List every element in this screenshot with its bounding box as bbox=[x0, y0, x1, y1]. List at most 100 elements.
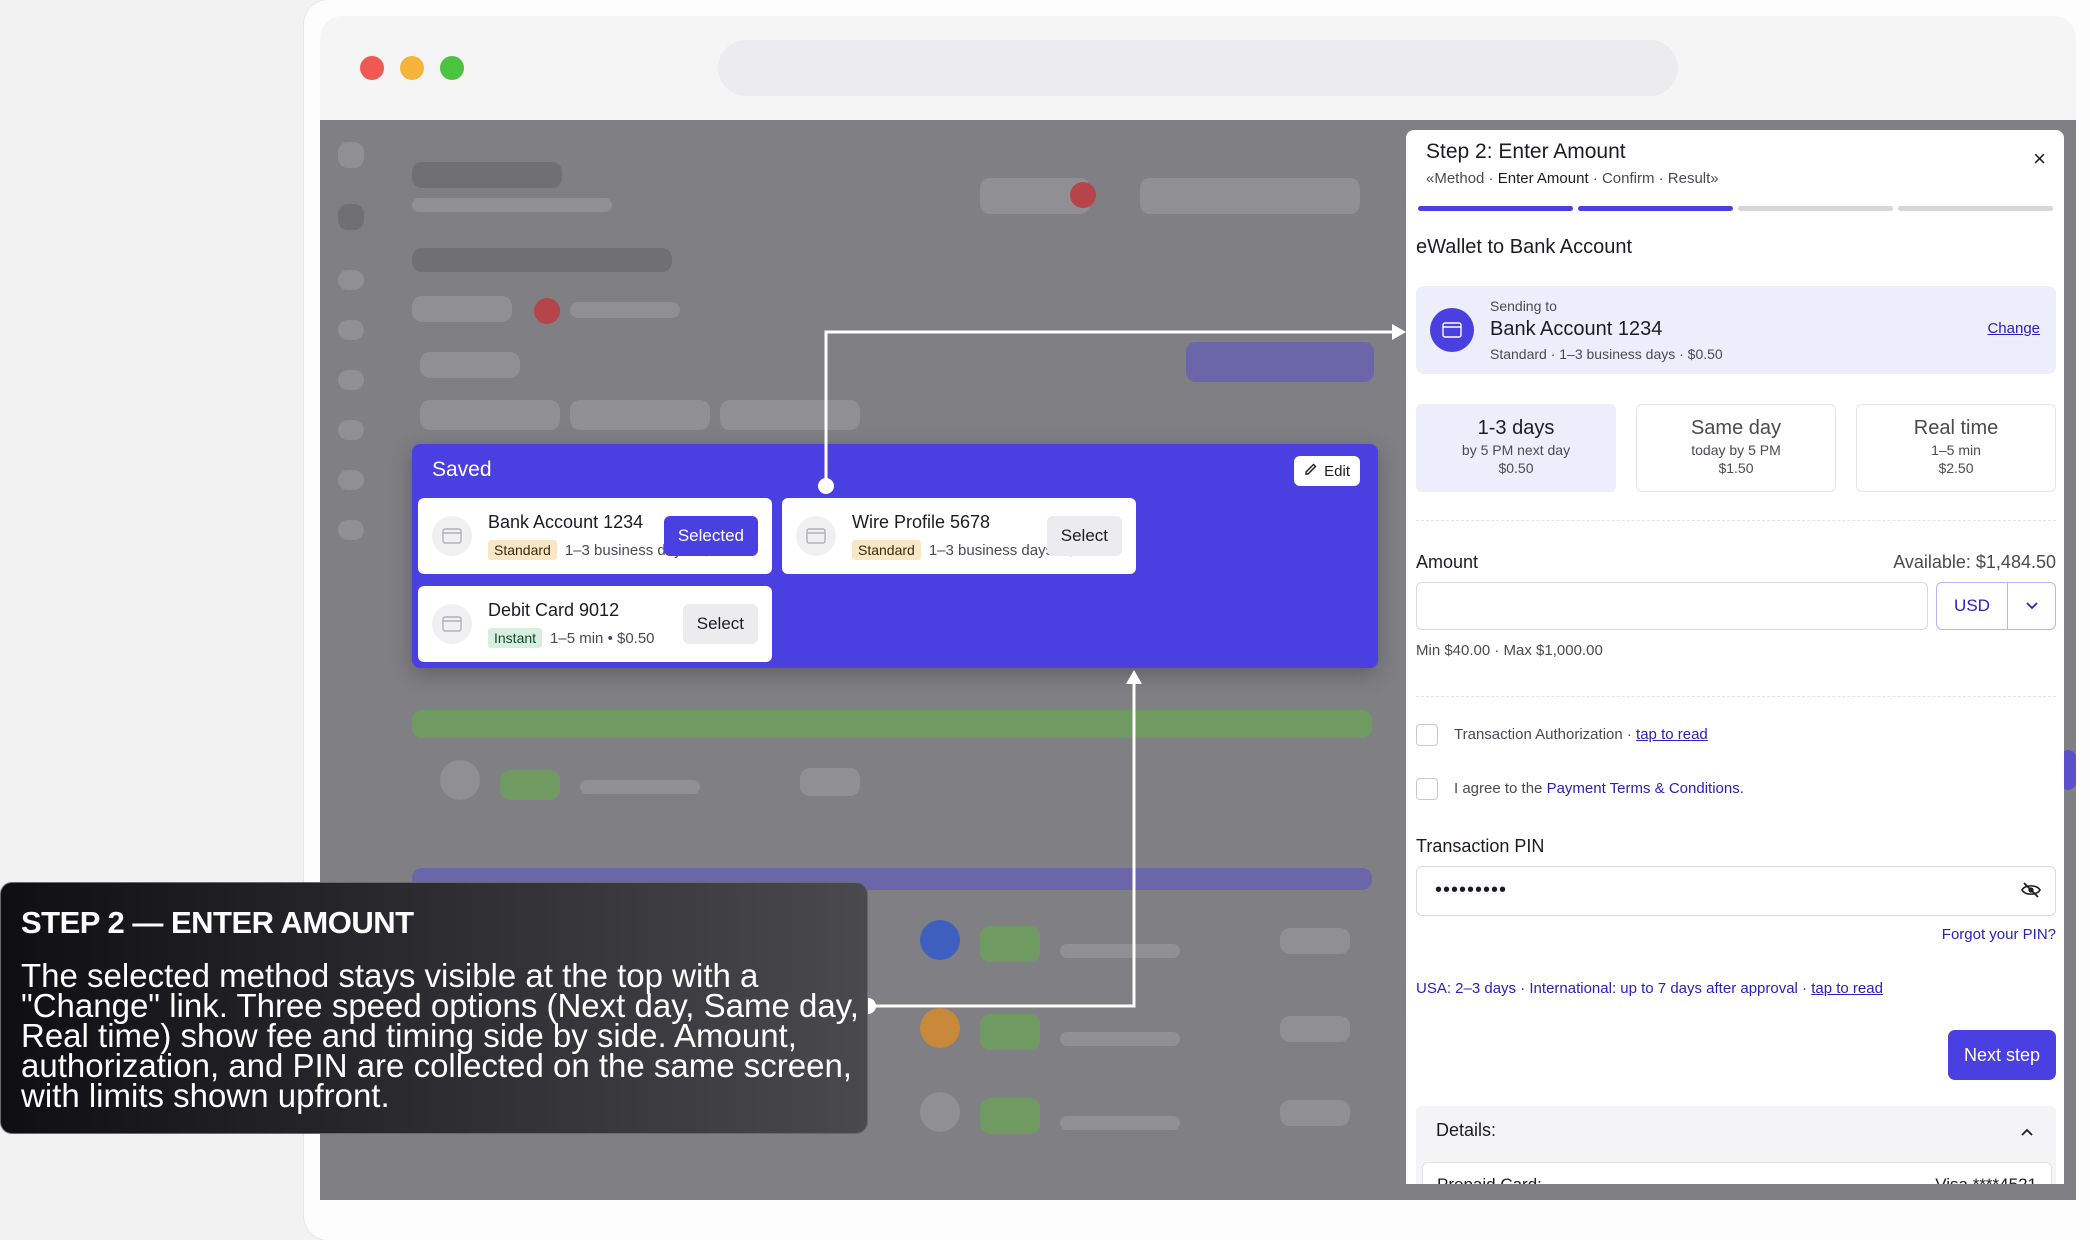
speed-option-next-day[interactable]: 1-3 days by 5 PM next day $0.50 bbox=[1416, 404, 1616, 492]
bg-tag bbox=[980, 1098, 1040, 1134]
progress-segment bbox=[1418, 206, 1573, 211]
amount-limits: Min $40.00 · Max $1,000.00 bbox=[1416, 642, 1603, 659]
speed-tag: Standard bbox=[488, 540, 557, 560]
change-link[interactable]: Change bbox=[1987, 320, 2040, 337]
details-label: Details: bbox=[1436, 1120, 1497, 1140]
details-section: Details: Prepaid Card: Visa ****4521 bbox=[1416, 1106, 2056, 1184]
speed-when: by 5 PM next day bbox=[1461, 442, 1571, 458]
bg-button bbox=[1280, 928, 1350, 954]
progress-segment bbox=[1738, 206, 1893, 211]
authorization-checkbox[interactable] bbox=[1416, 724, 1438, 746]
speed-when: today by 5 PM bbox=[1691, 442, 1781, 458]
divider bbox=[1416, 520, 2056, 521]
amount-input[interactable] bbox=[1416, 582, 1928, 630]
bg-tab bbox=[570, 400, 710, 430]
method-card[interactable]: Bank Account 1234 Standard 1–3 business … bbox=[418, 498, 772, 574]
speed-fee: $2.50 bbox=[1938, 460, 1974, 476]
eye-off-icon[interactable] bbox=[2021, 881, 2041, 904]
method-card[interactable]: Wire Profile 5678 Standard 1–3 business … bbox=[782, 498, 1136, 574]
next-step-button[interactable]: Next step bbox=[1947, 1030, 2056, 1080]
close-icon[interactable]: × bbox=[2033, 146, 2046, 172]
bg-nav-icon bbox=[338, 204, 364, 230]
amount-label: Amount bbox=[1416, 552, 1479, 572]
bg-primary-button bbox=[1186, 342, 1374, 382]
progress-segment bbox=[1578, 206, 1733, 211]
bg-badge bbox=[1070, 182, 1096, 208]
select-button[interactable]: Select bbox=[1046, 516, 1122, 556]
edit-button[interactable]: Edit bbox=[1294, 456, 1360, 486]
maximize-window-button[interactable] bbox=[440, 56, 464, 80]
speed-fee: $1.50 bbox=[1718, 460, 1754, 476]
authorization-link[interactable]: tap to read bbox=[1636, 726, 1708, 743]
delivery-note-link[interactable]: tap to read bbox=[1811, 980, 1883, 997]
card-icon bbox=[432, 604, 472, 644]
terms-text: I agree to the bbox=[1454, 780, 1547, 797]
edit-label: Edit bbox=[1324, 462, 1350, 480]
bg-nav-icon bbox=[338, 520, 364, 540]
speed-title: 1-3 days bbox=[1477, 417, 1555, 439]
bg-text bbox=[1060, 1032, 1180, 1046]
currency-select[interactable]: USD bbox=[1936, 582, 2056, 630]
crumb-prefix[interactable]: «Method · bbox=[1426, 170, 1498, 187]
bg-tag bbox=[980, 926, 1040, 962]
authorization-label: Transaction Authorization · tap to read bbox=[1454, 726, 1708, 743]
delivery-note: USA: 2–3 days · International: up to 7 d… bbox=[1416, 980, 1883, 997]
bg-text bbox=[1060, 1116, 1180, 1130]
pin-input[interactable]: ••••••••• bbox=[1416, 866, 2056, 916]
close-window-button[interactable] bbox=[360, 56, 384, 80]
terms-link[interactable]: Payment Terms & Conditions. bbox=[1547, 780, 1744, 797]
bank-card-icon bbox=[1430, 308, 1474, 352]
sending-account: Bank Account 1234 bbox=[1490, 318, 1663, 340]
method-name: Wire Profile 5678 bbox=[852, 512, 991, 532]
terms-label: I agree to the Payment Terms & Condition… bbox=[1454, 780, 1744, 797]
bg-tag bbox=[980, 1014, 1040, 1050]
divider bbox=[1416, 696, 2056, 697]
chevron-down-icon[interactable] bbox=[2008, 583, 2055, 629]
chevron-up-icon[interactable] bbox=[2020, 1124, 2034, 1142]
minimize-window-button[interactable] bbox=[400, 56, 424, 80]
method-card[interactable]: Debit Card 9012 Instant 1–5 min • $0.50 … bbox=[418, 586, 772, 662]
callout-title: STEP 2 — ENTER AMOUNT bbox=[21, 905, 414, 940]
address-bar[interactable] bbox=[718, 40, 1678, 96]
crumb-suffix: · Confirm · Result» bbox=[1588, 170, 1719, 187]
bg-subheading bbox=[412, 198, 612, 212]
enter-amount-panel: Step 2: Enter Amount «Method · Enter Amo… bbox=[1406, 130, 2064, 1184]
sending-to-box: Sending to Bank Account 1234 Standard · … bbox=[1416, 286, 2056, 374]
details-row-label: Prepaid Card: bbox=[1437, 1175, 1542, 1184]
method-meta: Instant 1–5 min • $0.50 bbox=[488, 628, 655, 648]
method-timing: 1–5 min • $0.50 bbox=[550, 629, 655, 647]
method-name: Debit Card 9012 bbox=[488, 600, 620, 620]
bg-avatar bbox=[920, 1092, 960, 1132]
speed-option-real-time[interactable]: Real time 1–5 min $2.50 bbox=[1856, 404, 2056, 492]
bg-tab bbox=[420, 400, 560, 430]
authorization-text: Transaction Authorization · bbox=[1454, 726, 1637, 743]
pencil-icon bbox=[1304, 462, 1318, 480]
bg-text bbox=[1060, 944, 1180, 958]
details-row: Prepaid Card: Visa ****4521 bbox=[1422, 1162, 2052, 1184]
bg-banner bbox=[412, 710, 1372, 738]
transfer-type: eWallet to Bank Account bbox=[1416, 236, 1633, 258]
delivery-note-text: USA: 2–3 days · International: up to 7 d… bbox=[1416, 980, 1812, 997]
bg-tab bbox=[720, 400, 860, 430]
speed-fee: $0.50 bbox=[1498, 460, 1534, 476]
selected-button[interactable]: Selected bbox=[663, 516, 758, 556]
currency-value: USD bbox=[1937, 583, 2008, 629]
bg-button bbox=[1280, 1016, 1350, 1042]
forgot-pin-link[interactable]: Forgot your PIN? bbox=[1942, 926, 2056, 943]
callout-body: The selected method stays visible at the… bbox=[21, 957, 859, 1114]
terms-checkbox[interactable] bbox=[1416, 778, 1438, 800]
bg-button bbox=[1140, 178, 1360, 214]
bg-avatar bbox=[920, 1008, 960, 1048]
bg-badge bbox=[534, 298, 560, 324]
progress-segment bbox=[1898, 206, 2053, 211]
bg-button bbox=[1280, 1100, 1350, 1126]
speed-title: Real time bbox=[1913, 417, 1999, 439]
saved-title: Saved bbox=[432, 458, 492, 481]
bg-tag bbox=[500, 770, 560, 800]
speed-option-same-day[interactable]: Same day today by 5 PM $1.50 bbox=[1636, 404, 1836, 492]
select-button[interactable]: Select bbox=[682, 604, 758, 644]
bg-text bbox=[580, 780, 700, 794]
bg-text bbox=[570, 302, 680, 318]
bg-field bbox=[412, 296, 512, 322]
sending-details: Standard · 1–3 business days · $0.50 bbox=[1490, 346, 1723, 362]
